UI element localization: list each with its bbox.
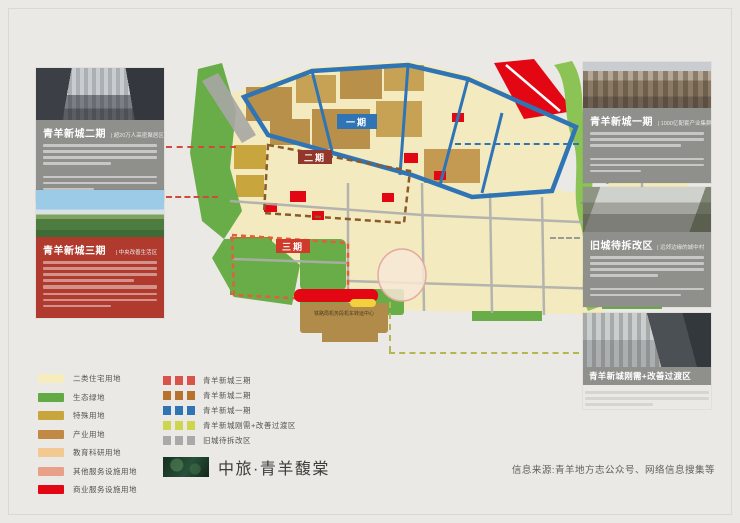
transition-title: 青羊新城刚需+改善过渡区 <box>583 367 711 385</box>
logo-text: 中旅·青羊馥棠 <box>218 455 330 479</box>
legend-swatch-special <box>38 411 64 420</box>
connector-phase2 <box>166 146 236 148</box>
map-label-phase2: 二期 <box>304 152 326 163</box>
transition-body-text <box>583 385 711 406</box>
legend-land-use: 二类住宅用地 生态绿地 特殊用地 产业用地 教育科研用地 其他服务设施用地 商业… <box>38 374 137 504</box>
legend-item: 二类住宅用地 <box>38 374 137 383</box>
legend-item: 生态绿地 <box>38 393 137 402</box>
legend-item: 青羊新城一期 <box>163 405 296 415</box>
map-label-phase3: 三期 <box>282 241 304 252</box>
legend-zones: 青羊新城三期 青羊新城二期 青羊新城一期 青羊新城刚需+改善过渡区 旧城待拆改区 <box>163 375 296 450</box>
map-railway-depot-tail <box>322 333 378 342</box>
map-metro-pill <box>350 299 376 307</box>
legend-swatch-residential <box>38 374 64 383</box>
logo-satellite-image <box>163 457 209 477</box>
legend-item: 青羊新城三期 <box>163 375 296 385</box>
transition-photo <box>583 313 711 367</box>
connector-phase3 <box>166 196 218 198</box>
connector-transition-v <box>389 302 391 352</box>
phase1-title: 青羊新城一期 <box>590 113 653 128</box>
legend-item: 教育科研用地 <box>38 448 137 457</box>
phase1-photo <box>583 62 711 108</box>
legend-swatch-industry <box>38 430 64 439</box>
legend-dash-transition <box>163 421 195 430</box>
source-note: 信息来源:青羊地方志公众号、网络信息搜集等 <box>512 462 715 476</box>
phase3-subtitle: | 中央改善生活区 <box>115 247 157 255</box>
legend-item: 特殊用地 <box>38 411 137 420</box>
map-railway-depot-label: 铁路局机务段机车转运中心 <box>314 310 374 317</box>
map-railway-depot-block <box>300 303 388 333</box>
oldtown-body-text <box>590 256 704 296</box>
oldtown-photo <box>583 187 711 232</box>
map-label-phase1: 一期 <box>346 117 368 128</box>
legend-swatch-other-service <box>38 467 64 476</box>
brand-logo: 中旅·青羊馥棠 <box>163 455 330 479</box>
legend-item: 青羊新城刚需+改善过渡区 <box>163 420 296 430</box>
phase2-photo <box>36 68 164 120</box>
phase2-subtitle: | 超20万人高密聚居区 <box>111 130 164 138</box>
legend-dash-phase3 <box>163 376 195 385</box>
legend-swatch-green <box>38 393 64 402</box>
legend-swatch-education <box>38 448 64 457</box>
panel-phase2: 青羊新城二期 | 超20万人高密聚居区 <box>36 68 164 201</box>
oldtown-subtitle: | 远郊边缘的城中村 <box>657 242 704 250</box>
phase3-photo <box>36 190 164 237</box>
legend-dash-phase2 <box>163 391 195 400</box>
legend-dash-oldtown <box>163 436 195 445</box>
oldtown-title: 旧城待拆改区 <box>590 237 653 252</box>
legend-item: 其他服务设施用地 <box>38 467 137 476</box>
phase2-body-text <box>43 144 157 190</box>
phase1-subtitle: | 1000亿配套产业集群 <box>658 118 712 126</box>
panel-oldtown: 旧城待拆改区 | 远郊边缘的城中村 <box>583 187 711 307</box>
legend-item: 产业用地 <box>38 430 137 439</box>
legend-swatch-commercial <box>38 485 64 494</box>
panel-transition: 青羊新城刚需+改善过渡区 <box>583 313 711 409</box>
panel-phase1: 青羊新城一期 | 1000亿配套产业集群 <box>583 62 711 183</box>
phase3-body-text <box>43 261 157 307</box>
phase2-title: 青羊新城二期 <box>43 125 106 140</box>
map-focus-circle <box>378 249 426 301</box>
legend-item: 旧城待拆改区 <box>163 435 296 445</box>
connector-phase1 <box>455 143 579 145</box>
poster-canvas: 铁路局机务段机车转运中心 一期 二期 三期 青羊新城二期 | 超20万人高密聚居… <box>0 0 740 523</box>
legend-item: 商业服务设施用地 <box>38 485 137 494</box>
connector-oldtown <box>550 237 580 239</box>
legend-item: 青羊新城二期 <box>163 390 296 400</box>
panel-phase3: 青羊新城三期 | 中央改善生活区 <box>36 190 164 318</box>
legend-dash-phase1 <box>163 406 195 415</box>
connector-transition-h <box>389 352 579 354</box>
phase3-title: 青羊新城三期 <box>43 242 106 257</box>
phase1-body-text <box>590 132 704 172</box>
